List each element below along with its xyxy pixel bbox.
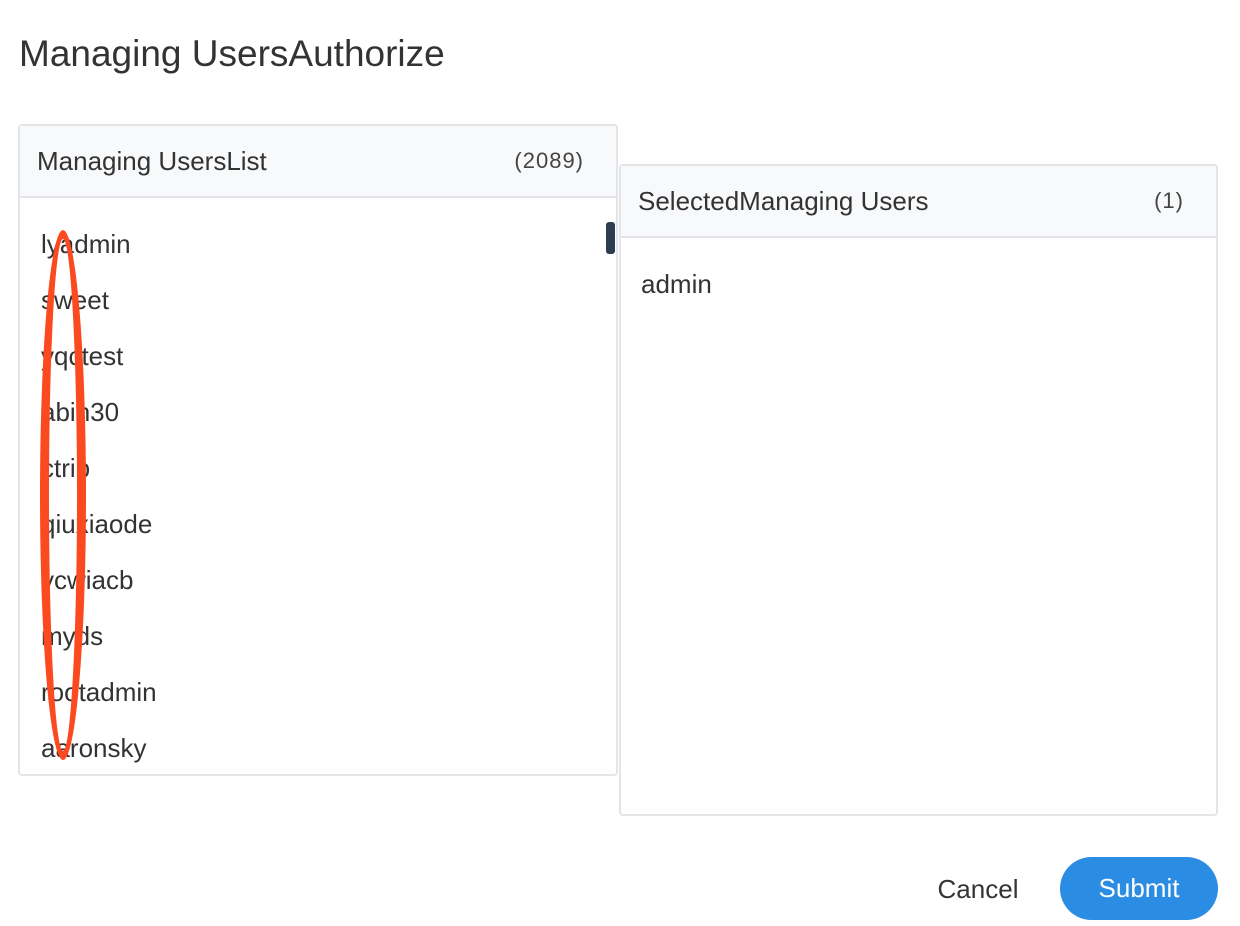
list-item[interactable]: aaronsky [20,717,616,773]
list-item[interactable]: yqctest [20,325,616,381]
source-panel-count: (2089) [514,148,584,173]
list-item[interactable]: myds [20,605,616,661]
list-item[interactable]: qiuxiaode [20,493,616,549]
list-item[interactable]: admin [621,253,1216,309]
selected-panel-header: SelectedManaging Users (1) [621,166,1216,238]
cancel-button[interactable]: Cancel [916,858,1040,920]
source-panel-title: Managing UsersList [37,145,267,176]
selected-users-panel: SelectedManaging Users (1) admin [619,164,1218,816]
list-item[interactable]: ycwiacb [20,549,616,605]
list-item[interactable]: sweet [20,269,616,325]
selected-user-list: admin [621,238,1216,309]
source-panel-header: Managing UsersList (2089) [20,126,616,198]
dialog-title: Managing UsersAuthorize [19,33,445,74]
selected-panel-count: (1) [1154,188,1184,213]
authorize-dialog: Managing UsersAuthorize Managing UsersLi… [0,0,1240,926]
source-list-scrollbar[interactable] [606,222,615,254]
list-item[interactable]: lyadmin [20,213,616,269]
list-item[interactable]: ctrip [20,437,616,493]
source-users-panel: Managing UsersList (2089) lyadmin sweet … [18,124,618,776]
source-user-list: lyadmin sweet yqctest abin30 ctrip qiuxi… [20,198,616,773]
list-item[interactable]: rootadmin [20,661,616,717]
submit-button[interactable]: Submit [1060,857,1218,920]
list-item[interactable]: abin30 [20,381,616,437]
selected-panel-title: SelectedManaging Users [638,185,929,216]
